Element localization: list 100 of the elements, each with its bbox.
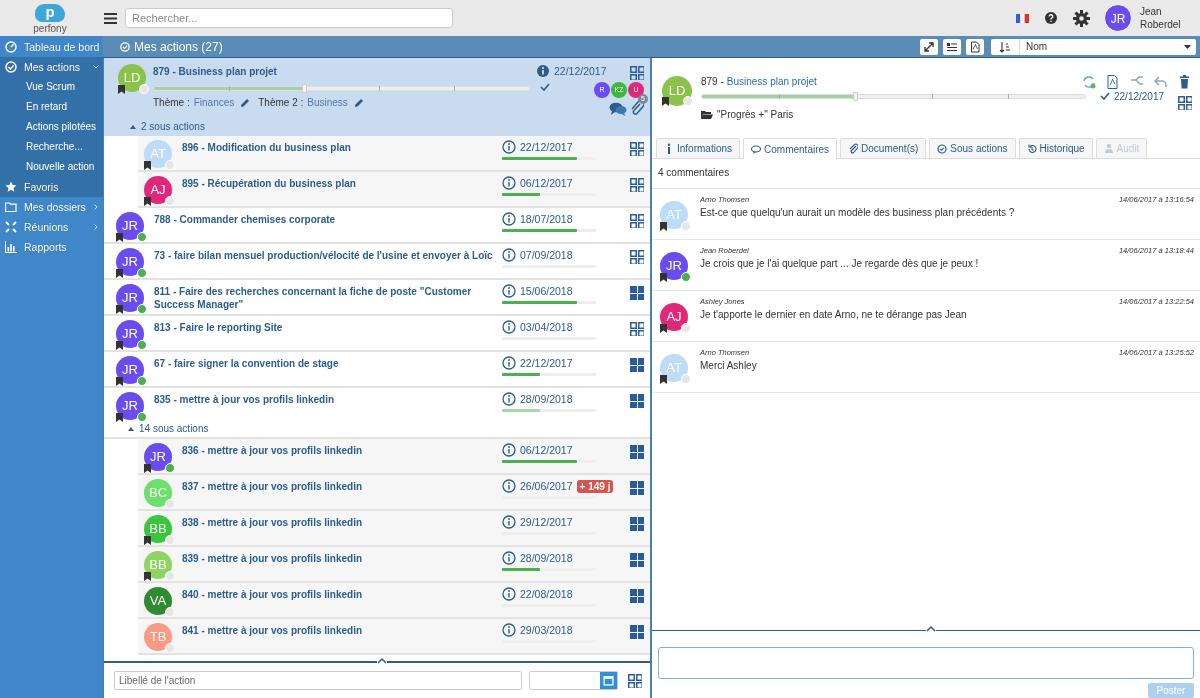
- action-title[interactable]: 879 - Business plan projet: [153, 64, 536, 78]
- search-field[interactable]: Rechercher...: [125, 8, 453, 28]
- grid-outline-icon[interactable]: [630, 142, 644, 156]
- caret-up-icon[interactable]: [926, 626, 936, 632]
- grid-icon[interactable]: [630, 358, 644, 372]
- info-icon[interactable]: [502, 515, 516, 529]
- comments-icon[interactable]: [609, 102, 627, 116]
- sidebar-item[interactable]: Mes dossiers: [0, 197, 103, 217]
- action-title[interactable]: 813 - Faire le reporting Site: [154, 320, 502, 350]
- info-icon[interactable]: [502, 176, 516, 190]
- sidebar-subitem[interactable]: Actions pilotées: [0, 117, 103, 137]
- help-icon[interactable]: [1045, 12, 1057, 24]
- action-title[interactable]: 839 - mettre à jour vos profils linkedin: [182, 551, 502, 581]
- pencil-icon[interactable]: [240, 97, 251, 108]
- action-title[interactable]: 841 - mettre à jour vos profils linkedin: [182, 623, 502, 653]
- caret-up-icon[interactable]: [377, 658, 387, 664]
- action-row[interactable]: VA 840 - mettre à jour vos profils linkedin 22/08/2018: [138, 583, 650, 619]
- sync-icon[interactable]: [1082, 75, 1096, 89]
- grid-icon[interactable]: [630, 553, 644, 567]
- action-row[interactable]: BB 839 - mettre à jour vos profils linkedin 28/09/2018: [138, 547, 650, 583]
- progress-slider[interactable]: [153, 86, 530, 91]
- grid-outline-icon[interactable]: [1178, 96, 1192, 110]
- sidebar-subitem[interactable]: En retard: [0, 97, 103, 117]
- info-icon[interactable]: [502, 443, 516, 457]
- sidebar-item[interactable]: Favoris: [0, 177, 103, 197]
- comment-field[interactable]: [658, 647, 1194, 679]
- pdf-icon[interactable]: [1106, 75, 1120, 89]
- action-row[interactable]: BB 838 - mettre à jour vos profils linkedin 29/12/2017: [138, 511, 650, 547]
- action-title-link[interactable]: Business plan projet: [726, 76, 817, 87]
- action-title[interactable]: 836 - mettre à jour vos profils linkedin: [182, 443, 502, 473]
- info-icon[interactable]: [502, 623, 516, 637]
- pencil-icon[interactable]: [353, 97, 364, 108]
- info-icon[interactable]: [502, 248, 516, 262]
- grid-outline-icon[interactable]: [630, 250, 644, 264]
- list-button[interactable]: [943, 38, 961, 55]
- grid-outline-icon[interactable]: [630, 322, 644, 336]
- info-icon[interactable]: [502, 392, 516, 406]
- expand-button[interactable]: [920, 38, 938, 55]
- action-row[interactable]: AT 896 - Modification du business plan 22/12/2017: [138, 136, 650, 172]
- tab[interactable]: Document(s): [840, 138, 927, 158]
- action-title[interactable]: 895 - Récupération du business plan: [182, 176, 502, 206]
- action-row[interactable]: BC 837 - mettre à jour vos profils linkedin 26/06/2017 + 149 j: [138, 475, 650, 511]
- info-icon[interactable]: [502, 212, 516, 226]
- date-field[interactable]: [529, 671, 618, 690]
- grid-icon[interactable]: [630, 625, 644, 639]
- action-title[interactable]: 73 - faire bilan mensuel production/vélocité de l'usine et envoyer à Loïc: [154, 248, 502, 278]
- input-field[interactable]: Libellé de l'action: [114, 671, 522, 690]
- action-title[interactable]: 838 - mettre à jour vos profils linkedin: [182, 515, 502, 545]
- grid-icon[interactable]: [630, 589, 644, 603]
- tab[interactable]: Commentaires: [743, 138, 838, 159]
- settings-icon[interactable]: [1073, 9, 1090, 27]
- subactions-toggle[interactable]: 14 sous actions: [116, 422, 648, 437]
- grid-outline-icon[interactable]: [630, 66, 644, 80]
- sort-select[interactable]: Nom: [991, 38, 1196, 55]
- action-title[interactable]: 835 - mettre à jour vos profils linkedin: [154, 392, 502, 422]
- progress-slider[interactable]: [701, 94, 1086, 99]
- tab[interactable]: Informations: [656, 138, 741, 158]
- sidebar-item[interactable]: Tableau de bord: [0, 37, 103, 57]
- grid-outline-icon[interactable]: [628, 673, 642, 688]
- sidebar-subitem[interactable]: Recherche...: [0, 137, 103, 157]
- info-icon[interactable]: [502, 551, 516, 565]
- pdf-button[interactable]: [966, 38, 984, 55]
- trash-icon[interactable]: [1178, 75, 1192, 89]
- sidebar-item[interactable]: Réunions: [0, 217, 103, 237]
- paperclip-icon[interactable]: [630, 100, 644, 116]
- sidebar-item[interactable]: Mes actions: [0, 57, 103, 77]
- info-icon[interactable]: [502, 320, 516, 334]
- sidebar-item[interactable]: Rapports: [0, 237, 103, 257]
- subactions-toggle[interactable]: 2 sous actions: [118, 118, 644, 136]
- info-icon[interactable]: [502, 284, 516, 298]
- tab[interactable]: Sous actions: [929, 138, 1016, 158]
- action-title[interactable]: 788 - Commander chemises corporate: [154, 212, 502, 242]
- action-title[interactable]: 811 - Faire des recherches concernant la fiche de poste "Customer Success Manager": [154, 284, 502, 314]
- grid-icon[interactable]: [630, 517, 644, 531]
- folder-name[interactable]: "Progrès +" Paris: [717, 109, 794, 120]
- grid-outline-icon[interactable]: [630, 214, 644, 228]
- info-icon[interactable]: [536, 64, 550, 78]
- grid-outline-icon[interactable]: [630, 178, 644, 192]
- action-title[interactable]: 840 - mettre à jour vos profils linkedin: [182, 587, 502, 617]
- action-title[interactable]: 896 - Modification du business plan: [182, 140, 502, 170]
- action-row[interactable]: AJ 895 - Récupération du business plan 06/12/2017: [138, 172, 650, 208]
- info-icon[interactable]: [502, 140, 516, 154]
- info-icon[interactable]: [502, 356, 516, 370]
- tab[interactable]: Historique: [1018, 138, 1093, 158]
- grid-icon[interactable]: [630, 445, 644, 459]
- calendar-icon[interactable]: [600, 672, 617, 689]
- flag-icon[interactable]: [1016, 13, 1029, 23]
- menu-icon[interactable]: [104, 12, 117, 24]
- sidebar-subitem[interactable]: Nouvelle action: [0, 157, 103, 177]
- info-icon[interactable]: [502, 479, 516, 493]
- grid-icon[interactable]: [630, 481, 644, 495]
- info-icon[interactable]: [502, 587, 516, 601]
- action-row[interactable]: JR 836 - mettre à jour vos profils linkedin 06/12/2017: [138, 439, 650, 475]
- sidebar-subitem[interactable]: Vue Scrum: [0, 77, 103, 97]
- action-title[interactable]: 837 - mettre à jour vos profils linkedin: [182, 479, 502, 509]
- grid-icon[interactable]: [630, 394, 644, 408]
- action-row[interactable]: TB 841 - mettre à jour vos profils linkedin 29/03/2018: [138, 619, 650, 655]
- grid-icon[interactable]: [630, 286, 644, 300]
- user-avatar[interactable]: JR: [1104, 4, 1132, 32]
- action-title[interactable]: 67 - faire signer la convention de stage: [154, 356, 502, 386]
